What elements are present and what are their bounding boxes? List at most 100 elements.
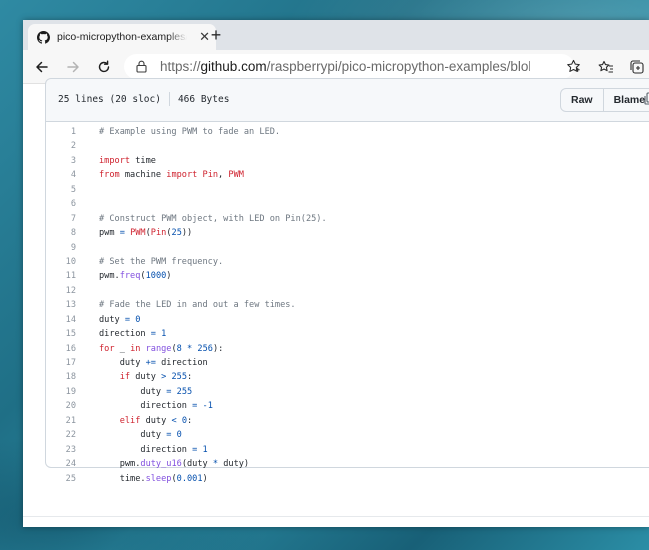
line-number[interactable]: 8 (46, 226, 76, 240)
line-number[interactable]: 19 (46, 385, 76, 399)
line-number[interactable]: 23 (46, 443, 76, 457)
address-bar[interactable]: https://github.com/raspberrypi/pico-micr… (124, 54, 580, 79)
url-path: /raspberrypi/pico-micropython-examples/b… (266, 59, 530, 74)
lock-icon (136, 60, 148, 74)
code-text: # Fade the LED in and out a few times. (99, 300, 296, 311)
code-line: 11 pwm.freq(1000) (46, 269, 649, 283)
divider (168, 92, 170, 106)
code-text: from machine import Pin, PWM (99, 170, 244, 181)
refresh-icon (98, 60, 110, 73)
line-number[interactable]: 10 (46, 255, 76, 269)
line-number[interactable]: 17 (46, 356, 76, 370)
line-number[interactable]: 6 (46, 197, 76, 211)
code-text: # Example using PWM to fade an LED. (99, 127, 281, 137)
code-line: 2 (46, 139, 649, 153)
line-number[interactable]: 12 (46, 284, 76, 298)
code-line: 4 from machine import Pin, PWM (46, 168, 649, 182)
line-number[interactable]: 2 (46, 139, 76, 153)
code-line: 19 duty = 255 (46, 385, 649, 399)
new-tab-button[interactable]: + (205, 25, 227, 45)
line-number[interactable]: 24 (46, 457, 76, 471)
code-line: 21 elif duty < 0: (46, 414, 649, 428)
tab-title: pico-micropython-examples/pwm_fade.py (57, 31, 187, 43)
code-text: direction = -1 (99, 401, 213, 412)
line-number[interactable]: 7 (46, 212, 76, 226)
code-text: duty = 255 (99, 386, 193, 397)
code-line: 24 pwm.duty_u16(duty * duty) (46, 457, 649, 471)
code-text: # Set the PWM frequency. (99, 256, 224, 267)
collections-button[interactable] (627, 57, 647, 77)
line-number[interactable]: 14 (46, 313, 76, 327)
code-line: 9 (46, 241, 649, 255)
code-line: 14 duty = 0 (46, 313, 649, 327)
arrow-left-icon (36, 61, 48, 73)
code-line: 20 direction = -1 (46, 399, 649, 413)
url-host: github.com (200, 59, 267, 74)
code-line: 23 direction = 1 (46, 443, 649, 457)
tab-strip: pico-micropython-examples/pwm_fade.py ✕ … (23, 20, 649, 50)
code-line: 6 (46, 197, 649, 211)
code-text: time.sleep(0.001) (99, 473, 208, 484)
code-line: 18 if duty > 255: (46, 370, 649, 384)
line-number[interactable]: 11 (46, 269, 76, 283)
blame-button[interactable]: Blame (602, 89, 649, 111)
favorites-icon (598, 60, 613, 73)
collections-icon (630, 60, 644, 74)
line-number[interactable]: 4 (46, 168, 76, 182)
line-number[interactable]: 25 (46, 472, 76, 486)
code-line: 22 duty = 0 (46, 428, 649, 442)
line-number[interactable]: 20 (46, 399, 76, 413)
code-text: direction = 1 (99, 329, 167, 340)
code-text: duty += direction (99, 358, 208, 368)
code-line: 3 import time (46, 154, 649, 168)
browser-window: pico-micropython-examples/pwm_fade.py ✕ … (23, 20, 649, 527)
code-text: elif duty < 0: (119, 415, 193, 426)
code-text: if duty > 255: (119, 372, 193, 383)
browser-tab[interactable]: pico-micropython-examples/pwm_fade.py ✕ (28, 24, 216, 50)
line-number[interactable]: 9 (46, 241, 76, 255)
github-icon (36, 30, 50, 44)
code-line: 5 (46, 183, 649, 197)
divider (23, 516, 649, 517)
line-number[interactable]: 13 (46, 298, 76, 312)
line-number[interactable]: 21 (46, 414, 76, 428)
code-line: 7 # Construct PWM object, with LED on Pin… (46, 212, 649, 226)
line-number[interactable]: 18 (46, 370, 76, 384)
back-button[interactable] (32, 57, 52, 77)
favorite-star-icon[interactable] (566, 59, 581, 79)
line-number[interactable]: 5 (46, 183, 76, 197)
page-content: 25 lines (20 sloc) 466 Bytes Raw Blame 1… (23, 78, 649, 527)
url-text[interactable]: https://github.com/raspberrypi/pico-micr… (160, 59, 530, 74)
file-actions: Raw Blame (560, 88, 649, 112)
copy-icon[interactable] (644, 92, 649, 110)
code-line: 12 (46, 284, 649, 298)
code-text: for _ in range(8 * 256): (99, 343, 224, 354)
favorites-button[interactable] (596, 57, 616, 77)
line-number[interactable]: 22 (46, 428, 76, 442)
raw-button[interactable]: Raw (561, 89, 603, 111)
code-text: import time (99, 155, 156, 166)
arrow-right-icon (67, 61, 79, 73)
code-line: 8 pwm = PWM(Pin(25)) (46, 226, 649, 240)
url-scheme: https:// (160, 59, 201, 74)
file-header: 25 lines (20 sloc) 466 Bytes Raw Blame (46, 79, 649, 122)
line-number[interactable]: 1 (46, 125, 76, 139)
line-number[interactable]: 16 (46, 342, 76, 356)
code-line: 17 duty += direction (46, 356, 649, 370)
code-view: 1 # Example using PWM to fade an LED. 2 3 im… (46, 125, 649, 486)
code-line: 10 # Set the PWM frequency. (46, 255, 649, 269)
code-text: # Construct PWM object, with LED on Pin(… (99, 213, 327, 224)
forward-button[interactable] (63, 57, 83, 77)
code-line: 15 direction = 1 (46, 327, 649, 341)
code-line: 1 # Example using PWM to fade an LED. (46, 125, 649, 139)
code-text: pwm = PWM(Pin(25)) (99, 228, 193, 239)
refresh-button[interactable] (94, 57, 114, 77)
line-number[interactable]: 3 (46, 154, 76, 168)
code-text: direction = 1 (99, 444, 208, 455)
code-text: pwm.freq(1000) (99, 271, 172, 282)
line-number[interactable]: 15 (46, 327, 76, 341)
code-text: duty = 0 (99, 430, 182, 441)
code-line: 25 time.sleep(0.001) (46, 472, 649, 486)
line-count: 25 lines (20 sloc) (58, 93, 161, 105)
file-info: 25 lines (20 sloc) 466 Bytes (58, 92, 229, 106)
